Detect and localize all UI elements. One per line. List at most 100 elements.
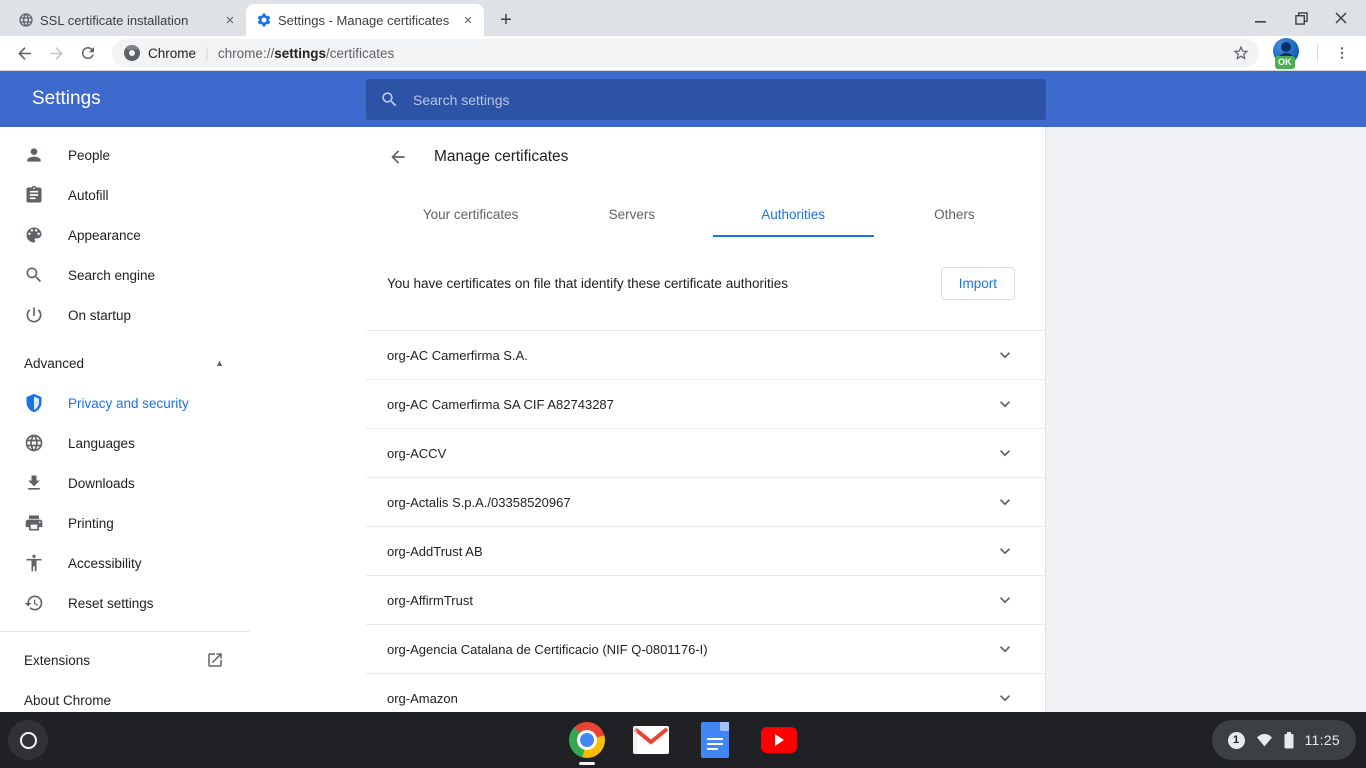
search-icon <box>380 90 399 109</box>
chevron-down-icon[interactable] <box>995 688 1015 708</box>
certificate-row[interactable]: org-AC Camerfirma S.A. <box>366 331 1045 380</box>
back-icon[interactable] <box>10 39 38 67</box>
tab-close-icon[interactable]: × <box>460 12 476 28</box>
browser-tab-settings[interactable]: Settings - Manage certificates × <box>246 4 484 36</box>
certificate-row[interactable]: org-AC Camerfirma SA CIF A82743287 <box>366 380 1045 429</box>
sidebar-item-label: Search engine <box>68 268 155 283</box>
sidebar-item-label: Reset settings <box>68 596 154 611</box>
chevron-down-icon[interactable] <box>995 394 1015 414</box>
sidebar-item-languages[interactable]: Languages <box>0 423 366 463</box>
gmail-app-icon[interactable] <box>633 722 669 758</box>
chevron-down-icon[interactable] <box>995 590 1015 610</box>
address-bar[interactable]: Chrome | chrome://settings/certificates <box>112 39 1259 67</box>
accessibility-icon <box>24 553 44 573</box>
certificate-name: org-Amazon <box>387 691 995 706</box>
certificate-row[interactable]: org-Agencia Catalana de Certificacio (NI… <box>366 625 1045 674</box>
tab-strip: SSL certificate installation × Settings … <box>0 0 1366 36</box>
restore-icon[interactable] <box>1288 5 1314 31</box>
import-row: You have certificates on file that ident… <box>366 237 1045 330</box>
reload-icon[interactable] <box>74 39 102 67</box>
certificate-name: org-ACCV <box>387 446 995 461</box>
palette-icon <box>24 225 44 245</box>
gmail-logo-icon <box>633 726 669 754</box>
toolbar-divider <box>1317 44 1318 62</box>
certificate-row[interactable]: org-AffirmTrust <box>366 576 1045 625</box>
sidebar-item-autofill[interactable]: Autofill <box>0 175 366 215</box>
certificate-name: org-Actalis S.p.A./03358520967 <box>387 495 995 510</box>
docs-logo-icon <box>701 722 729 758</box>
chrome-product-icon <box>124 45 140 61</box>
tab-authorities[interactable]: Authorities <box>713 195 874 237</box>
status-tray[interactable]: 1 11:25 <box>1212 720 1357 760</box>
sidebar-item-extensions[interactable]: Extensions <box>0 640 366 680</box>
tab-your-certificates[interactable]: Your certificates <box>390 195 551 237</box>
sidebar-item-label: On startup <box>68 308 131 323</box>
browser-menu-icon[interactable] <box>1328 39 1356 67</box>
close-icon[interactable] <box>1328 5 1354 31</box>
chevron-down-icon[interactable] <box>995 541 1015 561</box>
notification-count-badge: 1 <box>1228 732 1245 749</box>
sidebar-item-privacy-security[interactable]: Privacy and security <box>0 383 366 423</box>
bookmark-star-icon[interactable] <box>1227 39 1255 67</box>
globe-icon <box>24 433 44 453</box>
chevron-down-icon[interactable] <box>995 345 1015 365</box>
import-button[interactable]: Import <box>941 267 1015 300</box>
sidebar-item-label: Appearance <box>68 228 141 243</box>
certificate-name: org-Agencia Catalana de Certificacio (NI… <box>387 642 995 657</box>
search-settings-input[interactable]: Search settings <box>366 79 1046 120</box>
sidebar-item-printing[interactable]: Printing <box>0 503 366 543</box>
docs-app-icon[interactable] <box>697 722 733 758</box>
profile-ok-badge: OK <box>1275 56 1295 69</box>
youtube-app-icon[interactable] <box>761 722 797 758</box>
sidebar-item-appearance[interactable]: Appearance <box>0 215 366 255</box>
new-tab-button[interactable]: + <box>492 6 520 34</box>
chrome-app-icon[interactable] <box>569 722 605 758</box>
certificate-row[interactable]: org-Actalis S.p.A./03358520967 <box>366 478 1045 527</box>
tab-others[interactable]: Others <box>874 195 1035 237</box>
back-arrow-icon[interactable] <box>388 147 408 167</box>
active-app-indicator <box>579 762 595 765</box>
certificate-name: org-AffirmTrust <box>387 593 995 608</box>
browser-tab-ssl[interactable]: SSL certificate installation × <box>8 4 246 36</box>
gear-favicon-icon <box>256 12 272 28</box>
chromeos-shelf: 1 11:25 <box>0 712 1366 768</box>
minimize-icon[interactable] <box>1248 5 1274 31</box>
sidebar-item-people[interactable]: People <box>0 135 366 175</box>
forward-icon[interactable] <box>42 39 70 67</box>
shield-icon <box>24 393 44 413</box>
search-placeholder: Search settings <box>413 92 510 108</box>
launcher-button[interactable] <box>8 720 48 760</box>
sidebar-advanced-toggle[interactable]: Advanced ▲ <box>0 343 366 383</box>
sidebar-item-about-chrome[interactable]: About Chrome <box>0 680 366 712</box>
certificate-row[interactable]: org-ACCV <box>366 429 1045 478</box>
sidebar-item-on-startup[interactable]: On startup <box>0 295 366 335</box>
sidebar-item-accessibility[interactable]: Accessibility <box>0 543 366 583</box>
card-header: Manage certificates <box>366 127 1045 181</box>
external-link-icon <box>206 651 224 669</box>
sidebar-item-label: Languages <box>68 436 135 451</box>
certificate-row[interactable]: org-AddTrust AB <box>366 527 1045 576</box>
chevron-down-icon[interactable] <box>995 443 1015 463</box>
url-text: Chrome | chrome://settings/certificates <box>140 45 1227 62</box>
certificate-name: org-AC Camerfirma SA CIF A82743287 <box>387 397 995 412</box>
tab-servers[interactable]: Servers <box>551 195 712 237</box>
certificate-name: org-AC Camerfirma S.A. <box>387 348 995 363</box>
advanced-label: Advanced <box>24 356 84 371</box>
sidebar-item-downloads[interactable]: Downloads <box>0 463 366 503</box>
restore-clock-icon <box>24 593 44 613</box>
tab-title: SSL certificate installation <box>40 13 216 28</box>
browser-toolbar: Chrome | chrome://settings/certificates … <box>0 36 1366 70</box>
sidebar-item-label: Downloads <box>68 476 135 491</box>
url-path: /certificates <box>326 46 394 61</box>
sidebar-item-reset-settings[interactable]: Reset settings <box>0 583 366 623</box>
profile-avatar[interactable]: OK <box>1273 38 1303 68</box>
tab-close-icon[interactable]: × <box>222 12 238 28</box>
youtube-logo-icon <box>761 727 797 753</box>
chevron-down-icon[interactable] <box>995 639 1015 659</box>
sidebar-item-search-engine[interactable]: Search engine <box>0 255 366 295</box>
clock: 11:25 <box>1305 732 1341 748</box>
download-icon <box>24 473 44 493</box>
chevron-down-icon[interactable] <box>995 492 1015 512</box>
certificate-row[interactable]: org-Amazon <box>366 674 1045 712</box>
chevron-up-icon: ▲ <box>215 358 224 368</box>
